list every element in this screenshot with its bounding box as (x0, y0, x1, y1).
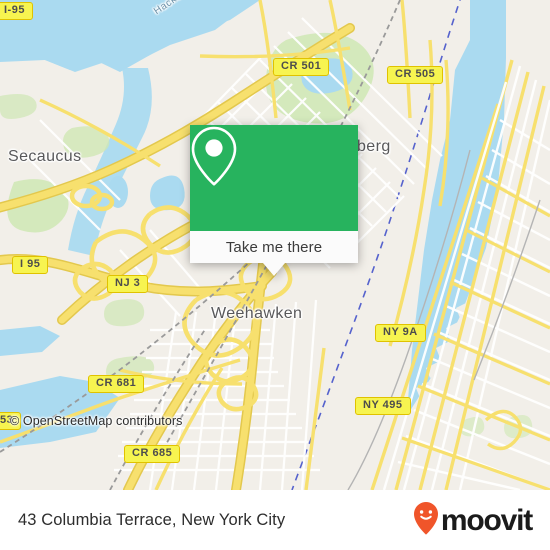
osm-attribution[interactable]: © OpenStreetMap contributors (10, 414, 183, 428)
moovit-logo[interactable]: moovit (413, 501, 533, 540)
route-shield-ny495[interactable]: NY 495 (355, 397, 411, 415)
popup-tail (263, 263, 285, 276)
take-me-there-button[interactable]: Take me there (190, 231, 358, 263)
route-shield-i95[interactable]: I 95 (12, 256, 49, 274)
route-shield-cr681[interactable]: CR 681 (88, 375, 145, 393)
address-text: 43 Columbia Terrace, New York City (18, 511, 286, 529)
moovit-pin-icon (413, 501, 439, 540)
moovit-wordmark: moovit (440, 503, 533, 537)
route-shield-cr505[interactable]: CR 505 (387, 66, 444, 84)
route-shield-cr685[interactable]: CR 685 (124, 445, 181, 463)
map-canvas[interactable]: Secaucus Weehawken berg Hackensa I-95 CR… (0, 0, 550, 490)
route-shield-nj3[interactable]: NJ 3 (107, 275, 149, 293)
popup-icon-area (190, 125, 358, 231)
route-shield-ny9a[interactable]: NY 9A (375, 324, 426, 342)
destination-popup-card[interactable]: Take me there (190, 125, 358, 276)
footer-bar: 43 Columbia Terrace, New York City moovi… (0, 490, 550, 550)
moovit-map-page: Secaucus Weehawken berg Hackensa I-95 CR… (0, 0, 550, 550)
route-shield-i95-north[interactable]: I-95 (0, 2, 33, 20)
route-shield-cr501[interactable]: CR 501 (273, 58, 330, 76)
